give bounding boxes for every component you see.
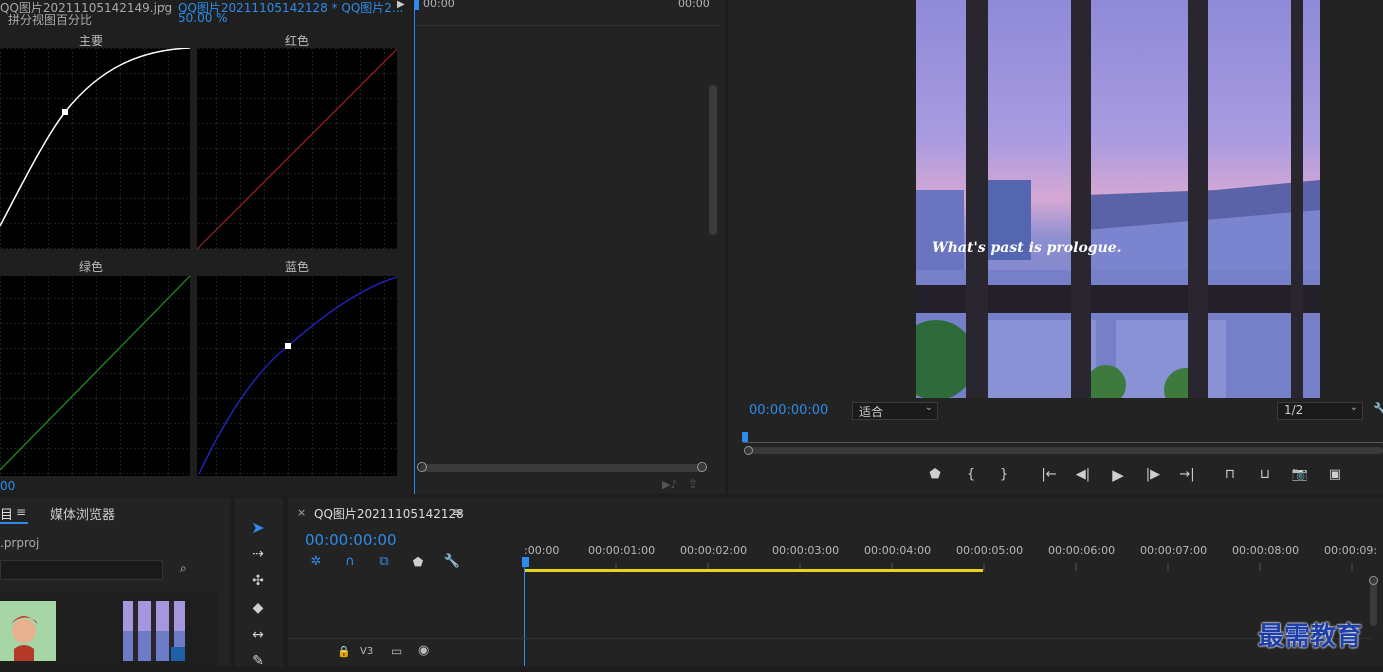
timeline-panel: [288, 498, 1383, 666]
wrench-icon[interactable]: 🔧: [1373, 402, 1383, 416]
track-select-tool-icon[interactable]: ⇢: [247, 543, 269, 565]
razor-tool-icon[interactable]: ◆: [247, 597, 269, 619]
blue-curve-point: [285, 343, 291, 349]
zoom-dropdown[interactable]: 适合 ⌄: [852, 402, 938, 420]
marker-icon[interactable]: ⬟: [926, 466, 944, 484]
camera-icon[interactable]: ▭: [391, 644, 402, 658]
curves-grid: [0, 48, 398, 476]
track-label[interactable]: V3: [360, 646, 373, 657]
play-icon[interactable]: ▶: [1109, 466, 1127, 484]
chevron-right-icon[interactable]: ▶: [397, 0, 405, 10]
compare-icon[interactable]: ▣: [1326, 466, 1344, 484]
effect-timeline: [414, 0, 725, 494]
scope-percent[interactable]: 50.00 %: [178, 11, 228, 25]
scroll-handle-left[interactable]: [744, 446, 753, 455]
step-back-icon[interactable]: ◀|: [1074, 466, 1092, 484]
work-area-bar[interactable]: [524, 569, 983, 572]
ruler-label: 00:00:01:00: [588, 544, 656, 557]
effect-scrollbar-v[interactable]: [709, 85, 717, 235]
chevron-down-icon: ⌄: [1349, 402, 1358, 413]
scroll-handle-left[interactable]: [417, 462, 427, 472]
go-to-out-icon[interactable]: →|: [1178, 466, 1196, 484]
selection-tool-icon[interactable]: ➤: [247, 517, 269, 539]
timeline-timecode[interactable]: 00:00:00:00: [305, 531, 397, 549]
watermark: 最需教育: [1258, 622, 1363, 652]
zoom-value: 适合: [859, 405, 884, 419]
playhead-marker[interactable]: [414, 0, 419, 10]
effect-timecode-end: 00:00: [678, 0, 710, 10]
monitor-scrollbar[interactable]: [746, 447, 1383, 454]
timeline-scrollbar[interactable]: [1370, 578, 1377, 626]
ruler-label: 00:00:06:00: [1048, 544, 1116, 557]
slip-tool-icon[interactable]: ↔: [247, 624, 269, 646]
ripple-edit-tool-icon[interactable]: ✣: [247, 570, 269, 592]
project-tab-underline: [0, 522, 28, 524]
mark-out-icon[interactable]: }: [995, 466, 1013, 484]
effect-scrollbar-h[interactable]: [420, 464, 706, 472]
ruler-label: 00:00:03:00: [772, 544, 840, 557]
extract-icon[interactable]: ⊔: [1256, 466, 1274, 484]
nest-icon[interactable]: ✲: [305, 551, 327, 573]
monitor-ruler: [743, 442, 1383, 443]
timeline-playhead-line: [524, 566, 525, 666]
project-tab-label: 项目: [0, 508, 14, 523]
find-icon[interactable]: ⌕: [180, 561, 187, 576]
ruler-label: 00:00:02:00: [680, 544, 748, 557]
panel-menu-icon[interactable]: ≡: [452, 505, 462, 519]
step-forward-icon[interactable]: |▶: [1144, 466, 1162, 484]
effect-timecode-start: 00:00: [423, 0, 455, 10]
timeline-divider: [288, 638, 1372, 639]
program-video-frame: [916, 0, 1320, 398]
mark-in-icon[interactable]: {: [962, 466, 980, 484]
pen-tool-icon[interactable]: ✎: [247, 650, 269, 672]
chevron-down-icon: ⌄: [924, 402, 933, 413]
linked-selection-icon[interactable]: ⧉: [373, 551, 395, 573]
ruler-label: :00:00: [524, 544, 560, 557]
add-marker-icon[interactable]: ⬟: [407, 551, 429, 573]
project-search-input[interactable]: [0, 560, 163, 580]
scroll-handle-right[interactable]: [697, 462, 707, 472]
clip-thumbnail-window[interactable]: [123, 601, 185, 661]
ruler-label: 00:00:07:00: [1140, 544, 1208, 557]
scroll-handle-top[interactable]: [1369, 576, 1378, 585]
master-curve-point: [62, 109, 68, 115]
ruler-label: 00:00:08:00: [1232, 544, 1300, 557]
close-icon[interactable]: ×: [297, 506, 306, 519]
ruler-label: 00:00:05:00: [956, 544, 1024, 557]
effect-timeline-divider: [416, 25, 721, 26]
sequence-tab[interactable]: QQ图片20211105142128: [314, 505, 464, 522]
ruler-label: 00:00:04:00: [864, 544, 932, 557]
export-frame-icon[interactable]: 📷: [1291, 466, 1309, 484]
chevron-down-icon[interactable]: ⌄: [159, 0, 167, 10]
snap-icon[interactable]: ∩: [339, 551, 361, 573]
go-to-in-icon[interactable]: |←: [1040, 466, 1058, 484]
resolution-value: 1/2: [1284, 403, 1304, 417]
program-timecode[interactable]: 00:00:00:00: [749, 403, 828, 418]
clip-thumbnail-portrait[interactable]: [0, 601, 56, 661]
eye-icon[interactable]: ◉: [418, 643, 429, 658]
lock-icon[interactable]: 🔒: [337, 645, 351, 658]
scope-title: 拼分视图百分比: [8, 13, 93, 27]
audio-icon[interactable]: ▶♪: [662, 478, 677, 491]
media-browser-tab[interactable]: 媒体浏览器: [50, 504, 115, 523]
bottom-timecode[interactable]: 00: [0, 479, 15, 493]
settings-wrench-icon[interactable]: 🔧: [441, 551, 463, 573]
ruler-label: 00:00:09:: [1324, 544, 1378, 557]
panel-menu-icon[interactable]: ≡: [16, 505, 26, 519]
resolution-dropdown[interactable]: 1/2 ⌄: [1277, 402, 1363, 420]
curve-master-label: 主要: [78, 34, 103, 48]
export-icon[interactable]: ⇪: [688, 477, 698, 491]
lift-icon[interactable]: ⊓: [1221, 466, 1239, 484]
monitor-playhead[interactable]: [742, 432, 748, 442]
curve-red-label: 红色: [284, 34, 309, 48]
overlay-text: What's past is prologue.: [932, 240, 1122, 256]
project-file: .prproj: [0, 536, 40, 550]
